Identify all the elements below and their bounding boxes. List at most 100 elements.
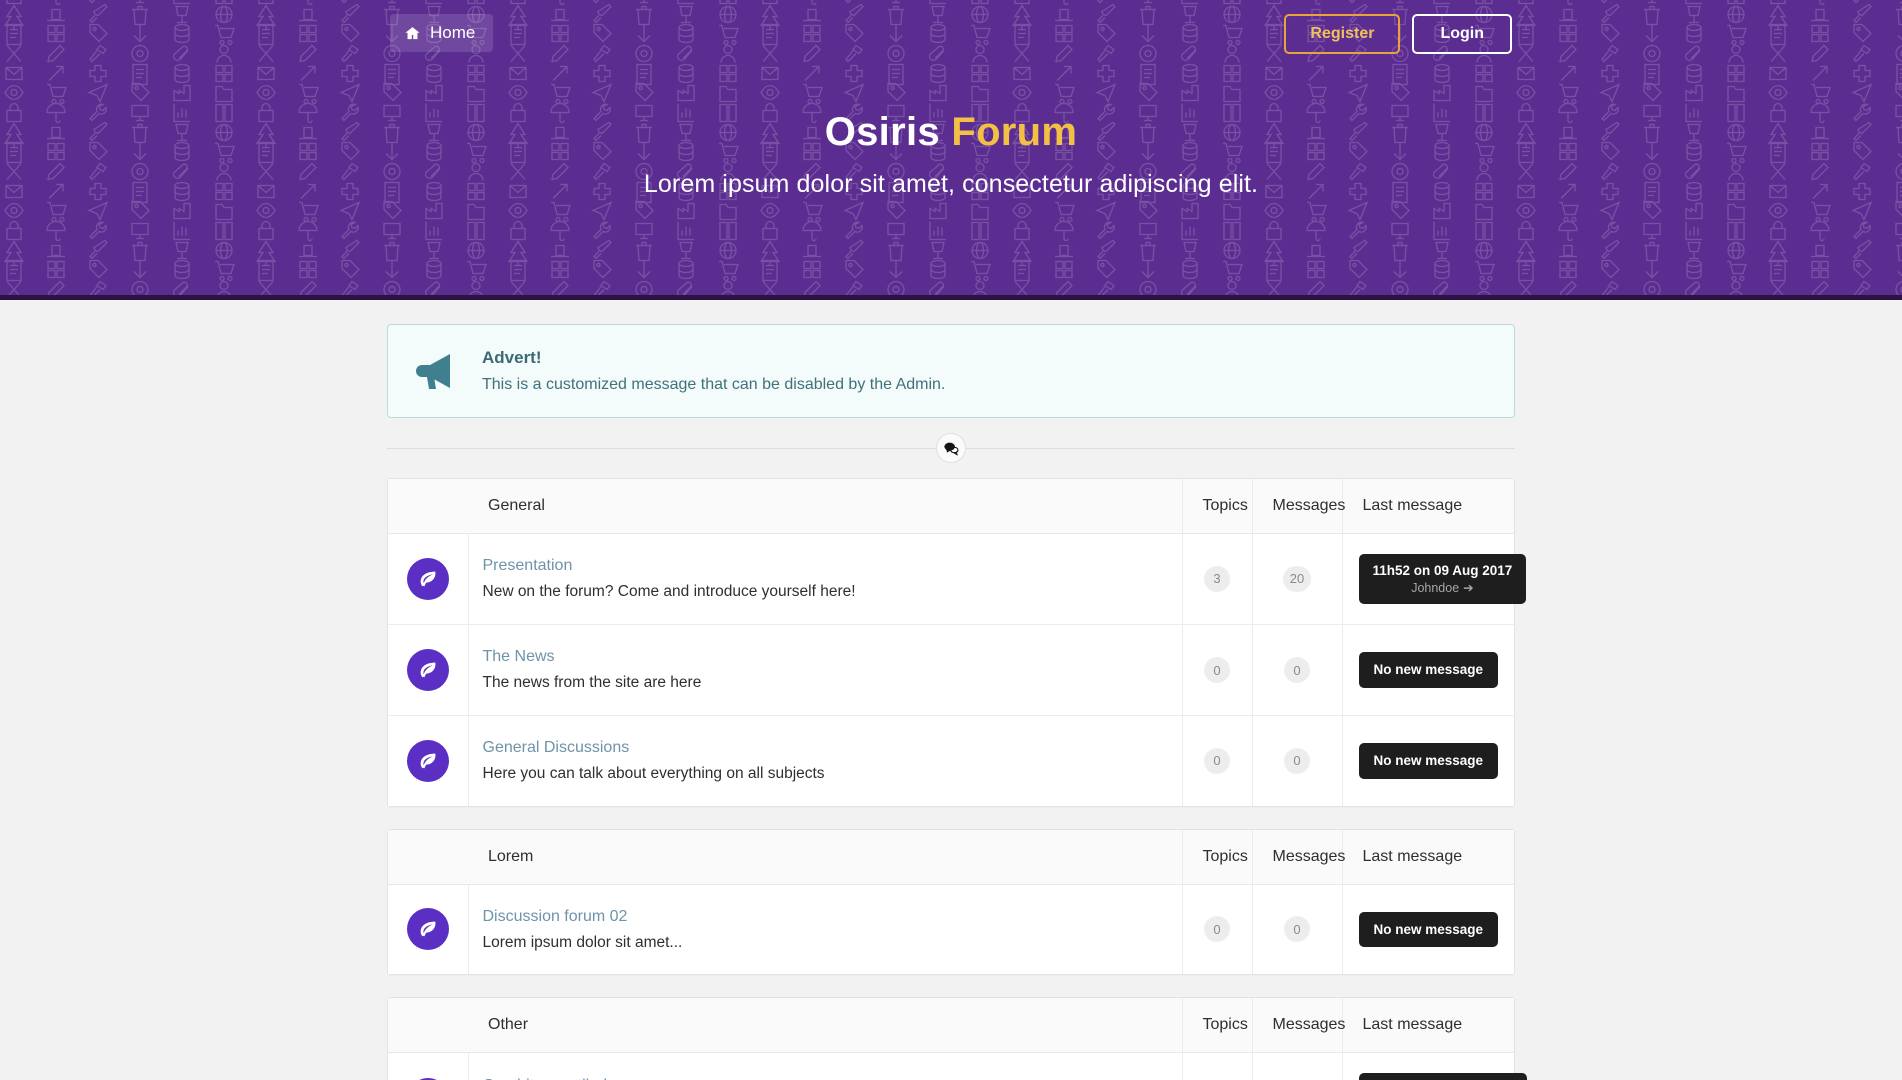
last-message-user: Johndoe ➔ — [1373, 580, 1513, 596]
forum-section: Lorem Topics Messages Last message Discussio… — [387, 828, 1515, 976]
column-header-topics: Topics — [1181, 998, 1252, 1054]
advert-banner: Advert! This is a customized message tha… — [387, 324, 1515, 418]
header-navigation: Home Register Login — [0, 14, 1902, 60]
auth-buttons: Register Login — [1284, 14, 1512, 54]
messages-cell: 1 — [1251, 1052, 1342, 1080]
forum-title-link[interactable]: General Discussions — [483, 736, 630, 759]
column-header-last-message: Last message — [1341, 478, 1514, 534]
table-row[interactable]: Discussion forum 02 Lorem ipsum dolor sit… — [388, 884, 1514, 975]
no-new-message-badge: No new message — [1358, 911, 1499, 948]
table-row[interactable]: General Discussions Here you can talk abo… — [388, 715, 1514, 806]
forum-table: General Topics Messages Last message Present… — [388, 478, 1527, 806]
messages-cell: 20 — [1251, 533, 1342, 626]
home-button-label: Home — [430, 23, 476, 42]
forum-title-link[interactable]: Curabitur vestibulum — [483, 1074, 630, 1080]
forum-title-link[interactable]: Discussion forum 02 — [483, 905, 628, 928]
column-header-messages: Messages — [1251, 829, 1345, 885]
forum-info-cell: Curabitur vestibulumEtiam a finibus dui.… — [467, 1052, 1182, 1080]
last-message-cell: No new message — [1341, 884, 1514, 975]
messages-cell: 0 — [1251, 715, 1342, 806]
content-container: Advert! This is a customized message tha… — [387, 324, 1528, 1080]
forum-info-cell: The News The news from the site are here — [467, 624, 1182, 716]
leaf-icon — [406, 557, 449, 600]
chat-bubbles-icon — [936, 432, 966, 463]
forum-icon-cell — [388, 715, 468, 806]
leaf-icon — [406, 649, 449, 692]
forum-table: Lorem Topics Messages Last message Discussio… — [388, 829, 1514, 975]
column-header-messages: Messages — [1251, 478, 1345, 534]
column-header-messages: Messages — [1251, 998, 1345, 1054]
column-header-topics: Topics — [1181, 829, 1252, 885]
forum-table-header-row: General Topics Messages Last message — [388, 478, 1514, 534]
forum-section: General Topics Messages Last message Present… — [387, 477, 1527, 807]
main-content: Advert! This is a customized message tha… — [0, 300, 1902, 1080]
messages-cell: 0 — [1251, 884, 1342, 975]
topics-count: 0 — [1204, 916, 1230, 943]
forum-title-link[interactable]: The News — [483, 645, 555, 668]
leaf-icon — [406, 908, 449, 951]
topics-count: 0 — [1204, 747, 1230, 774]
page-subtitle: Lorem ipsum dolor sit amet, consectetur … — [643, 170, 1259, 198]
section-title: General — [468, 478, 1182, 534]
column-header-last-message: Last message — [1341, 829, 1514, 885]
home-icon — [404, 25, 421, 42]
forum-icon-cell — [388, 533, 468, 626]
topics-count: 0 — [1204, 657, 1230, 684]
advert-message: This is a customized message that can be… — [482, 375, 946, 393]
table-row[interactable]: Curabitur vestibulumEtiam a finibus dui.… — [388, 1052, 1528, 1080]
messages-count: 0 — [1284, 747, 1310, 774]
login-button[interactable]: Login — [1412, 14, 1512, 54]
forum-icon-cell — [388, 1052, 468, 1080]
topics-cell: 1 — [1181, 1052, 1252, 1080]
forum-title-link[interactable]: Presentation — [483, 554, 573, 577]
topics-count: 3 — [1204, 565, 1230, 592]
leaf-icon — [406, 739, 449, 782]
no-new-message-badge: No new message — [1358, 743, 1499, 779]
forum-info-cell: General Discussions Here you can talk abo… — [467, 715, 1182, 806]
last-message-badge[interactable]: 22h35 on 05 Aug 2017Johndoe➔ — [1358, 1073, 1528, 1080]
forum-icon-cell — [388, 884, 468, 975]
last-message-cell: No new message — [1341, 624, 1514, 716]
last-message-date: 11h52 on 09 Aug 2017 — [1372, 562, 1513, 578]
column-header-spacer — [388, 478, 468, 534]
last-message-cell: 22h35 on 05 Aug 2017Johndoe➔ — [1341, 1052, 1528, 1080]
section-title: Other — [468, 998, 1182, 1054]
last-message-cell: 11h52 on 09 Aug 2017 Johndoe ➔ — [1341, 533, 1527, 626]
site-title-main: Osiris — [824, 110, 940, 154]
section-divider — [387, 418, 1515, 478]
topics-cell: 0 — [1181, 884, 1252, 975]
forum-description: The news from the site are here — [482, 674, 702, 692]
topics-cell: 0 — [1181, 624, 1252, 716]
table-row[interactable]: Presentation New on the forum? Come and i… — [388, 533, 1527, 626]
advert-text-wrap: Advert! This is a customized message tha… — [482, 345, 945, 397]
forum-description: Lorem ipsum dolor sit amet... — [482, 933, 683, 951]
megaphone-icon — [414, 351, 460, 391]
topics-cell: 3 — [1181, 533, 1252, 626]
forum-section-list: General Topics Messages Last message Present… — [387, 477, 1528, 1080]
forum-table-header-row: Other Topics Messages Last message — [388, 998, 1514, 1054]
messages-count: 0 — [1284, 657, 1310, 684]
column-header-spacer — [388, 998, 468, 1054]
messages-count: 20 — [1282, 565, 1312, 592]
column-header-topics: Topics — [1181, 478, 1252, 534]
column-header-spacer — [388, 829, 468, 885]
forum-table-header-row: Lorem Topics Messages Last message — [388, 829, 1514, 885]
forum-icon-cell — [388, 624, 468, 716]
site-title-accent: Forum — [951, 110, 1078, 154]
arrow-right-icon: ➔ — [1463, 581, 1474, 596]
register-button[interactable]: Register — [1284, 14, 1401, 54]
page-title: Osiris Forum — [0, 108, 1902, 156]
no-new-message-badge: No new message — [1358, 652, 1499, 688]
forum-description: New on the forum? Come and introduce you… — [482, 583, 856, 601]
home-button[interactable]: Home — [390, 14, 494, 52]
last-message-badge[interactable]: 11h52 on 09 Aug 2017 Johndoe ➔ — [1358, 553, 1527, 605]
column-header-last-message: Last message — [1341, 998, 1514, 1054]
table-row[interactable]: The News The news from the site are here 0… — [388, 624, 1514, 716]
header-titles: Osiris Forum Lorem ipsum dolor sit amet,… — [0, 108, 1902, 199]
section-title: Lorem — [468, 829, 1182, 885]
last-message-username: Johndoe — [1411, 581, 1460, 596]
forum-description: Here you can talk about everything on al… — [482, 765, 825, 783]
advert-title: Advert! — [482, 348, 542, 367]
messages-cell: 0 — [1251, 624, 1342, 716]
forum-info-cell: Presentation New on the forum? Come and i… — [467, 533, 1182, 626]
